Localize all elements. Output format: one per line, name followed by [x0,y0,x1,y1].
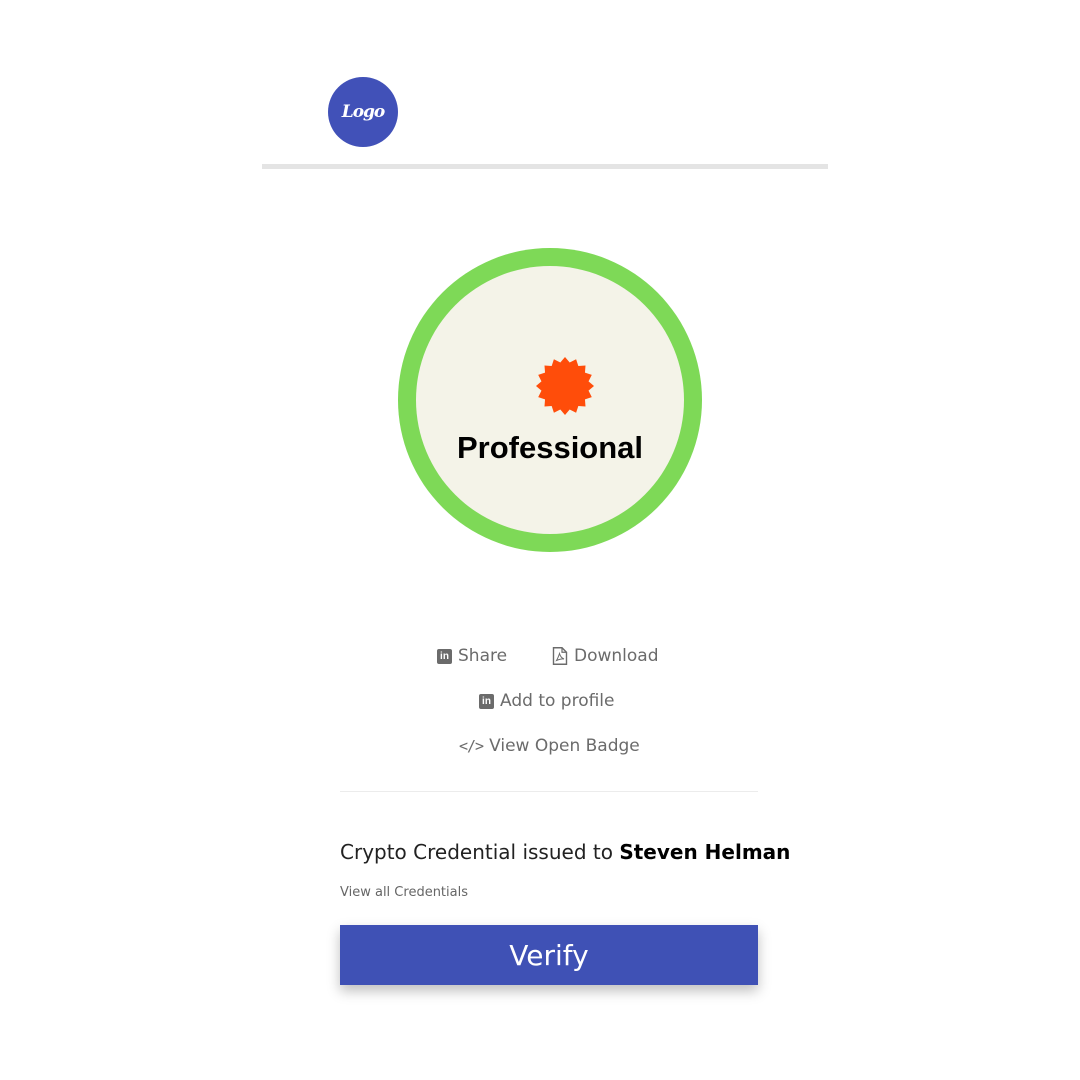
view-open-badge-link[interactable]: </> View Open Badge [459,736,640,756]
share-label: Share [458,646,508,666]
linkedin-icon: in [479,693,494,709]
issued-to-text: Crypto Credential issued to Steven Helma… [340,840,790,864]
download-button[interactable]: Download [552,646,659,666]
pdf-icon [552,647,568,665]
badge-inner: Professional [416,266,684,534]
credential-page: Logo Professional in Share Download in A… [0,0,1080,1080]
logo-text: Logo [341,102,386,122]
badge-title: Professional [456,430,644,465]
issued-prefix: Crypto Credential issued to [340,840,620,864]
download-label: Download [574,646,659,666]
section-divider [340,791,758,792]
verify-label: Verify [509,938,589,972]
view-all-credentials-link[interactable]: View all Credentials [340,885,468,900]
add-to-profile-label: Add to profile [500,691,615,711]
code-icon: </> [459,737,484,755]
header-divider [262,164,828,169]
linkedin-icon: in [437,648,452,664]
verify-button[interactable]: Verify [340,925,758,985]
seal-icon [536,357,594,415]
badge-ring: Professional [398,248,702,552]
recipient-name: Steven Helman [619,840,791,864]
logo[interactable]: Logo [328,77,398,147]
add-to-profile-button[interactable]: in Add to profile [479,691,614,711]
share-button[interactable]: in Share [437,646,507,666]
view-open-badge-label: View Open Badge [489,736,640,756]
